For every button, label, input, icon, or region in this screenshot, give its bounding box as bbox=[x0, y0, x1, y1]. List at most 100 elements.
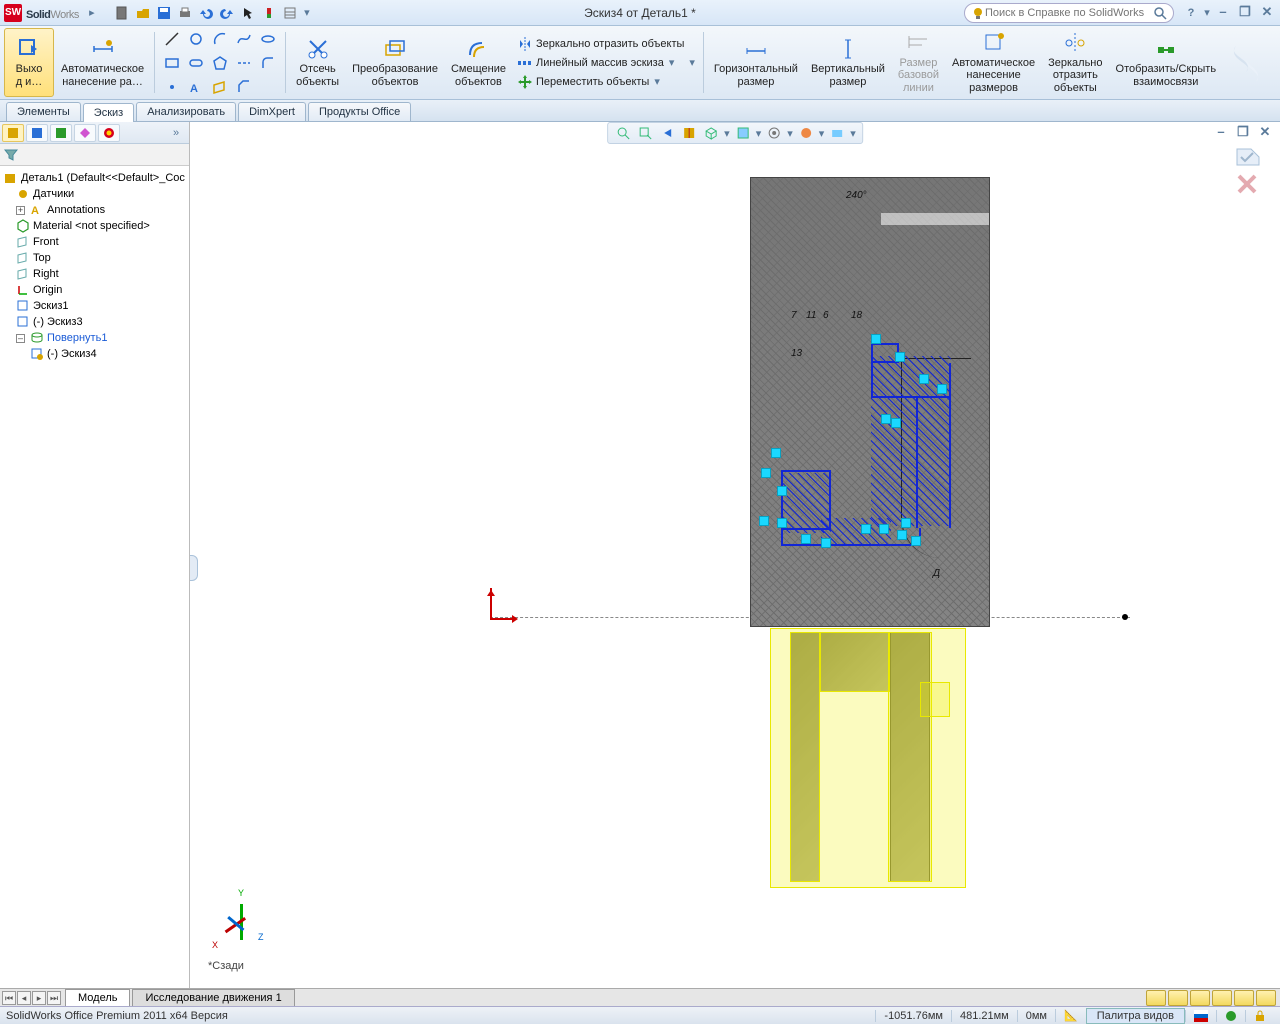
options-icon[interactable] bbox=[281, 4, 299, 22]
tree-sketch4[interactable]: (-) Эскиз4 bbox=[2, 346, 187, 362]
tree-sensors[interactable]: Датчики bbox=[2, 186, 187, 202]
move-entities-button[interactable]: Переместить объекты▾ bbox=[517, 74, 684, 90]
expand-icon[interactable]: + bbox=[16, 206, 25, 215]
search-input[interactable] bbox=[985, 7, 1153, 19]
display-manager-tab-icon[interactable] bbox=[98, 124, 120, 142]
new-doc-icon[interactable] bbox=[113, 4, 131, 22]
task-explorer-icon[interactable] bbox=[1190, 990, 1210, 1006]
view-orientation-icon[interactable] bbox=[702, 124, 720, 142]
ellipse-tool-icon[interactable] bbox=[257, 28, 279, 50]
tree-right-plane[interactable]: Right bbox=[2, 266, 187, 282]
trim-button[interactable]: Отсечь объекты bbox=[290, 28, 345, 97]
show-hide-relations-button[interactable]: Отобразить/Скрыть взаимосвязи bbox=[1110, 28, 1223, 97]
offset-entities-button[interactable]: Смещение объектов bbox=[445, 28, 512, 97]
task-custom-props-icon[interactable] bbox=[1256, 990, 1276, 1006]
tree-front-plane[interactable]: Front bbox=[2, 234, 187, 250]
tree-material[interactable]: Material <not specified> bbox=[2, 218, 187, 234]
tree-revolve[interactable]: –Повернуть1 bbox=[2, 330, 187, 346]
graphics-area[interactable]: – ❐ ✕ ▾ ▾ ▾ ▾ ▾ bbox=[190, 122, 1280, 988]
tab-office[interactable]: Продукты Office bbox=[308, 102, 411, 121]
mirror-entities-button[interactable]: Зеркально отразить объекты bbox=[517, 36, 684, 52]
configuration-manager-tab-icon[interactable] bbox=[50, 124, 72, 142]
line-tool-icon[interactable] bbox=[161, 28, 183, 50]
arc-tool-icon[interactable] bbox=[209, 28, 231, 50]
tab-dimxpert[interactable]: DimXpert bbox=[238, 102, 306, 121]
panel-collapse-icon[interactable]: » bbox=[165, 124, 187, 142]
polygon-tool-icon[interactable] bbox=[209, 52, 231, 74]
status-unit-system-icon[interactable]: 📐 bbox=[1055, 1009, 1086, 1022]
exit-sketch-button[interactable]: Выхо д и… bbox=[4, 28, 54, 97]
horizontal-dim-button[interactable]: Горизонтальный размер bbox=[708, 28, 804, 97]
scene-icon[interactable] bbox=[828, 124, 846, 142]
task-view-palette-icon[interactable] bbox=[1212, 990, 1232, 1006]
circle-tool-icon[interactable] bbox=[185, 28, 207, 50]
linear-pattern-button[interactable]: Линейный массив эскиза▾ bbox=[517, 55, 684, 71]
vertical-dim-button[interactable]: Вертикальный размер bbox=[805, 28, 891, 97]
tree-origin[interactable]: Origin bbox=[2, 282, 187, 298]
tree-root[interactable]: Деталь1 (Default<<Default>_Сос bbox=[2, 170, 187, 186]
nav-last-icon[interactable]: ⏭ bbox=[47, 991, 61, 1005]
feature-manager-tab-icon[interactable] bbox=[2, 124, 24, 142]
minimize-button[interactable]: – bbox=[1214, 4, 1232, 20]
zoom-area-icon[interactable] bbox=[636, 124, 654, 142]
tab-features[interactable]: Элементы bbox=[6, 102, 81, 121]
tab-evaluate[interactable]: Анализировать bbox=[136, 102, 236, 121]
tab-model[interactable]: Модель bbox=[65, 989, 130, 1006]
collapse-icon[interactable]: – bbox=[16, 334, 25, 343]
status-rebuild-icon[interactable] bbox=[1216, 1010, 1245, 1022]
dropdown-icon[interactable]: ▾ bbox=[302, 4, 312, 22]
print-icon[interactable] bbox=[176, 4, 194, 22]
centerline-tool-icon[interactable] bbox=[233, 52, 255, 74]
nav-prev-icon[interactable]: ◂ bbox=[17, 991, 31, 1005]
spline-tool-icon[interactable] bbox=[233, 28, 255, 50]
doc-close-button[interactable]: ✕ bbox=[1256, 124, 1274, 140]
convert-entities-button[interactable]: Преобразование объектов bbox=[346, 28, 444, 97]
doc-minimize-button[interactable]: – bbox=[1212, 124, 1230, 140]
status-lock-icon[interactable] bbox=[1245, 1010, 1274, 1022]
point-tool-icon[interactable] bbox=[161, 76, 183, 98]
maximize-button[interactable]: ❐ bbox=[1236, 4, 1254, 20]
property-manager-tab-icon[interactable] bbox=[26, 124, 48, 142]
tab-sketch[interactable]: Эскиз bbox=[83, 103, 134, 122]
rectangle-tool-icon[interactable] bbox=[161, 52, 183, 74]
panel-splitter[interactable] bbox=[190, 555, 198, 581]
undo-icon[interactable] bbox=[197, 4, 215, 22]
chamfer-tool-icon[interactable] bbox=[233, 76, 255, 98]
display-style-icon[interactable] bbox=[734, 124, 752, 142]
auto-dimension-button[interactable]: Автоматическое нанесение ра… bbox=[55, 28, 150, 97]
menu-expand-icon[interactable]: ▸ bbox=[83, 4, 101, 22]
rebuild-icon[interactable] bbox=[260, 4, 278, 22]
section-view-icon[interactable] bbox=[680, 124, 698, 142]
select-icon[interactable] bbox=[239, 4, 257, 22]
task-library-icon[interactable] bbox=[1168, 990, 1188, 1006]
hide-show-icon[interactable] bbox=[765, 124, 783, 142]
tree-top-plane[interactable]: Top bbox=[2, 250, 187, 266]
search-icon[interactable] bbox=[1153, 6, 1167, 20]
plane-tool-icon[interactable] bbox=[209, 76, 231, 98]
status-flag-icon[interactable] bbox=[1185, 1010, 1216, 1022]
auto-size-button[interactable]: Автоматическое нанесение размеров bbox=[946, 28, 1041, 97]
slot-tool-icon[interactable] bbox=[185, 52, 207, 74]
close-button[interactable]: ✕ bbox=[1258, 4, 1276, 20]
nav-first-icon[interactable]: ⏮ bbox=[2, 991, 16, 1005]
doc-maximize-button[interactable]: ❐ bbox=[1234, 124, 1252, 140]
tree-sketch3[interactable]: (-) Эскиз3 bbox=[2, 314, 187, 330]
tab-motion-study[interactable]: Исследование движения 1 bbox=[132, 989, 294, 1006]
task-appearances-icon[interactable] bbox=[1234, 990, 1254, 1006]
appearance-icon[interactable] bbox=[797, 124, 815, 142]
task-home-icon[interactable] bbox=[1146, 990, 1166, 1006]
redo-icon[interactable] bbox=[218, 4, 236, 22]
tree-sketch1[interactable]: Эскиз1 bbox=[2, 298, 187, 314]
help-icon[interactable]: ? bbox=[1182, 4, 1200, 22]
help-search[interactable] bbox=[964, 3, 1174, 23]
previous-view-icon[interactable] bbox=[658, 124, 676, 142]
view-palette-label[interactable]: Палитра видов bbox=[1086, 1008, 1185, 1024]
mirror-entities2-button[interactable]: Зеркально отразить объекты bbox=[1042, 28, 1108, 97]
text-tool-icon[interactable]: A bbox=[185, 76, 207, 98]
fillet-tool-icon[interactable] bbox=[257, 52, 279, 74]
tree-filter[interactable] bbox=[0, 144, 189, 166]
open-icon[interactable] bbox=[134, 4, 152, 22]
dimxpert-manager-tab-icon[interactable] bbox=[74, 124, 96, 142]
dropdown-icon[interactable]: ▾ bbox=[1204, 4, 1210, 22]
nav-next-icon[interactable]: ▸ bbox=[32, 991, 46, 1005]
